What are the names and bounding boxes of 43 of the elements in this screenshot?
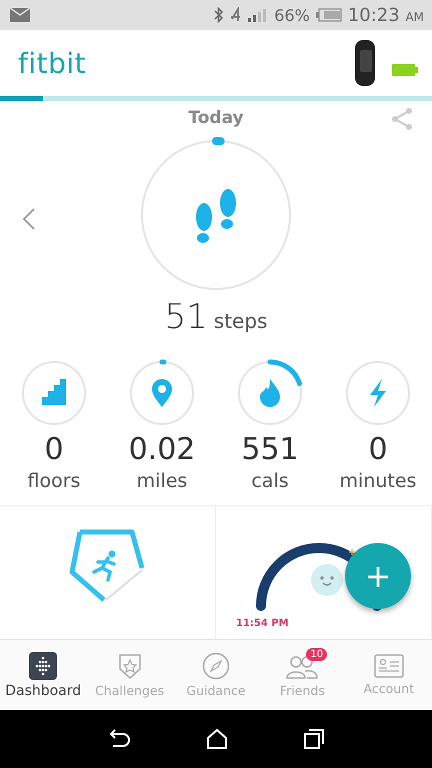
stat-label: floors	[28, 469, 80, 493]
stat-value: 0	[44, 431, 64, 469]
back-icon[interactable]	[107, 728, 132, 750]
stat-label: cals	[251, 469, 289, 493]
nav-tab[interactable]: Dashboard	[0, 640, 86, 710]
nav-tab[interactable]: Friends 10	[259, 640, 346, 710]
stairs-icon	[42, 379, 66, 405]
compass-icon	[202, 652, 230, 680]
stat-value: 0	[368, 431, 388, 469]
stat-ring	[130, 361, 194, 425]
steps-count: 51	[164, 297, 208, 337]
notification-count: 10	[306, 648, 328, 661]
date-title: Today	[188, 108, 244, 128]
nav-tab[interactable]: Challenges	[86, 640, 173, 710]
stat-value: 0.02	[128, 431, 196, 469]
dashboard-icon	[29, 652, 58, 680]
battery-icon	[392, 63, 418, 77]
signal-icon	[230, 7, 268, 23]
sleep-card[interactable]: 11:54 PM +	[216, 506, 432, 639]
sleep-start-time: 11:54 PM	[236, 618, 289, 629]
nav-tab[interactable]: Guidance	[172, 640, 260, 710]
add-button[interactable]: +	[345, 543, 411, 609]
mail-icon	[10, 8, 30, 22]
home-icon[interactable]	[206, 728, 228, 750]
stat-ring	[346, 361, 410, 425]
fitbit-logo: fitbit	[18, 46, 86, 80]
stat-label: minutes	[340, 469, 416, 493]
battery-icon	[316, 8, 342, 22]
nav-tab[interactable]: Account	[346, 640, 432, 710]
clock: 10:23 AM	[348, 4, 424, 26]
bluetooth-icon	[214, 7, 224, 23]
stat-label: miles	[136, 469, 188, 493]
stat-ring	[22, 361, 86, 425]
battery-percent: 66%	[274, 6, 310, 24]
flame-icon	[260, 379, 280, 407]
previous-day-icon[interactable]	[22, 207, 36, 231]
pin-icon	[152, 379, 172, 407]
stat-value: 551	[241, 431, 299, 469]
steps-label: steps	[214, 309, 268, 333]
id-card-icon	[374, 654, 404, 678]
footprints-icon	[196, 189, 236, 243]
bolt-icon	[370, 379, 386, 407]
recent-apps-icon[interactable]	[302, 728, 325, 750]
